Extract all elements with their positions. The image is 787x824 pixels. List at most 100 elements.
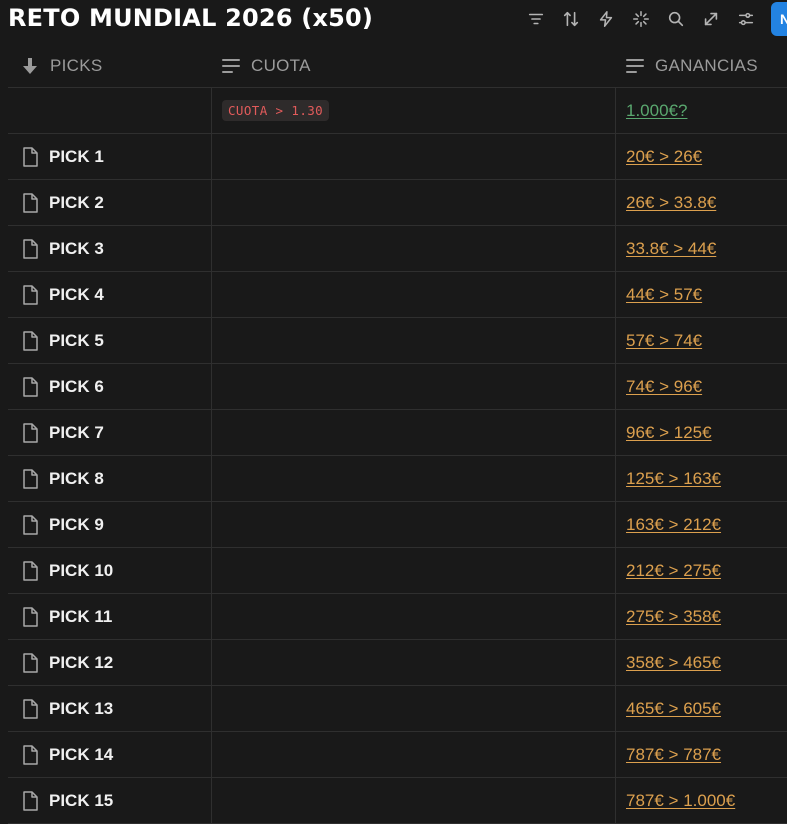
ganancias-link[interactable]: 787€ > 787€ [626, 745, 721, 765]
cuota-cell[interactable] [211, 640, 615, 685]
pick-name[interactable]: PICK 4 [49, 285, 104, 305]
table-row[interactable]: PICK 15 787€ > 1.000€ [8, 778, 787, 824]
pick-name[interactable]: PICK 6 [49, 377, 104, 397]
summary-ganancias-cell[interactable]: 1.000€? [615, 88, 787, 133]
ganancias-link[interactable]: 96€ > 125€ [626, 423, 712, 443]
pick-name[interactable]: PICK 15 [49, 791, 113, 811]
table-row[interactable]: PICK 6 74€ > 96€ [8, 364, 787, 410]
ganancias-link[interactable]: 33.8€ > 44€ [626, 239, 716, 259]
ganancias-cell[interactable]: 33.8€ > 44€ [615, 226, 787, 271]
pick-name[interactable]: PICK 8 [49, 469, 104, 489]
cuota-cell[interactable] [211, 410, 615, 455]
ganancias-cell[interactable]: 57€ > 74€ [615, 318, 787, 363]
pick-name-cell[interactable]: PICK 7 [8, 410, 211, 455]
cuota-cell[interactable] [211, 778, 615, 823]
table-row[interactable]: PICK 1 20€ > 26€ [8, 134, 787, 180]
ganancias-cell[interactable]: 96€ > 125€ [615, 410, 787, 455]
table-row[interactable]: PICK 3 33.8€ > 44€ [8, 226, 787, 272]
pick-name[interactable]: PICK 13 [49, 699, 113, 719]
ganancias-link[interactable]: 57€ > 74€ [626, 331, 702, 351]
ganancias-cell[interactable]: 74€ > 96€ [615, 364, 787, 409]
ganancias-cell[interactable]: 125€ > 163€ [615, 456, 787, 501]
table-row[interactable]: PICK 14 787€ > 787€ [8, 732, 787, 778]
lightning-icon[interactable] [592, 7, 620, 31]
table-row[interactable]: PICK 7 96€ > 125€ [8, 410, 787, 456]
cuota-cell[interactable] [211, 226, 615, 271]
pick-name[interactable]: PICK 12 [49, 653, 113, 673]
ganancias-cell[interactable]: 275€ > 358€ [615, 594, 787, 639]
pick-name-cell[interactable]: PICK 14 [8, 732, 211, 777]
cuota-cell[interactable] [211, 272, 615, 317]
pick-name[interactable]: PICK 3 [49, 239, 104, 259]
pick-name-cell[interactable]: PICK 13 [8, 686, 211, 731]
cuota-cell[interactable] [211, 594, 615, 639]
pick-name-cell[interactable]: PICK 15 [8, 778, 211, 823]
cuota-cell[interactable] [211, 318, 615, 363]
ganancias-link[interactable]: 358€ > 465€ [626, 653, 721, 673]
pick-name-cell[interactable]: PICK 12 [8, 640, 211, 685]
ganancias-cell[interactable]: 26€ > 33.8€ [615, 180, 787, 225]
pick-name-cell[interactable]: PICK 1 [8, 134, 211, 179]
pick-name[interactable]: PICK 2 [49, 193, 104, 213]
new-button[interactable]: N [771, 2, 787, 36]
cuota-cell[interactable] [211, 732, 615, 777]
table-row[interactable]: PICK 4 44€ > 57€ [8, 272, 787, 318]
search-icon[interactable] [662, 7, 690, 31]
sparkle-icon[interactable] [627, 7, 655, 31]
column-header-ganancias[interactable]: GANANCIAS [615, 44, 787, 87]
ganancias-cell[interactable]: 787€ > 787€ [615, 732, 787, 777]
ganancias-link[interactable]: 465€ > 605€ [626, 699, 721, 719]
pick-name[interactable]: PICK 5 [49, 331, 104, 351]
ganancias-link[interactable]: 275€ > 358€ [626, 607, 721, 627]
table-row[interactable]: PICK 13 465€ > 605€ [8, 686, 787, 732]
pick-name-cell[interactable]: PICK 6 [8, 364, 211, 409]
ganancias-cell[interactable]: 163€ > 212€ [615, 502, 787, 547]
ganancias-link[interactable]: 163€ > 212€ [626, 515, 721, 535]
table-row[interactable]: PICK 12 358€ > 465€ [8, 640, 787, 686]
column-header-cuota[interactable]: CUOTA [211, 44, 615, 87]
ganancias-link[interactable]: 125€ > 163€ [626, 469, 721, 489]
ganancias-link[interactable]: 212€ > 275€ [626, 561, 721, 581]
pick-name-cell[interactable]: PICK 4 [8, 272, 211, 317]
column-header-picks[interactable]: PICKS [8, 44, 211, 87]
ganancias-link[interactable]: 74€ > 96€ [626, 377, 702, 397]
cuota-cell[interactable] [211, 502, 615, 547]
cuota-cell[interactable] [211, 686, 615, 731]
ganancias-cell[interactable]: 20€ > 26€ [615, 134, 787, 179]
cuota-cell[interactable] [211, 364, 615, 409]
pick-name-cell[interactable]: PICK 8 [8, 456, 211, 501]
expand-icon[interactable] [697, 7, 725, 31]
target-link[interactable]: 1.000€? [626, 101, 687, 121]
summary-cuota-cell[interactable]: CUOTA > 1.30 [211, 88, 615, 133]
ganancias-cell[interactable]: 787€ > 1.000€ [615, 778, 787, 823]
filter-icon[interactable] [522, 7, 550, 31]
ganancias-link[interactable]: 787€ > 1.000€ [626, 791, 735, 811]
pick-name-cell[interactable]: PICK 2 [8, 180, 211, 225]
ganancias-link[interactable]: 26€ > 33.8€ [626, 193, 716, 213]
summary-name-cell[interactable] [8, 88, 211, 133]
table-row[interactable]: PICK 8 125€ > 163€ [8, 456, 787, 502]
table-row[interactable]: PICK 2 26€ > 33.8€ [8, 180, 787, 226]
pick-name[interactable]: PICK 11 [49, 607, 112, 627]
cuota-cell[interactable] [211, 180, 615, 225]
pick-name[interactable]: PICK 9 [49, 515, 104, 535]
pick-name-cell[interactable]: PICK 11 [8, 594, 211, 639]
pick-name-cell[interactable]: PICK 10 [8, 548, 211, 593]
table-row[interactable]: PICK 5 57€ > 74€ [8, 318, 787, 364]
ganancias-link[interactable]: 20€ > 26€ [626, 147, 702, 167]
pick-name[interactable]: PICK 14 [49, 745, 113, 765]
ganancias-cell[interactable]: 44€ > 57€ [615, 272, 787, 317]
table-row[interactable]: PICK 11 275€ > 358€ [8, 594, 787, 640]
table-row[interactable]: PICK 9 163€ > 212€ [8, 502, 787, 548]
ganancias-link[interactable]: 44€ > 57€ [626, 285, 702, 305]
settings-sliders-icon[interactable] [732, 7, 760, 31]
ganancias-cell[interactable]: 358€ > 465€ [615, 640, 787, 685]
cuota-cell[interactable] [211, 134, 615, 179]
pick-name[interactable]: PICK 1 [49, 147, 104, 167]
pick-name[interactable]: PICK 10 [49, 561, 113, 581]
table-row[interactable]: PICK 10 212€ > 275€ [8, 548, 787, 594]
pick-name-cell[interactable]: PICK 5 [8, 318, 211, 363]
ganancias-cell[interactable]: 465€ > 605€ [615, 686, 787, 731]
pick-name[interactable]: PICK 7 [49, 423, 104, 443]
ganancias-cell[interactable]: 212€ > 275€ [615, 548, 787, 593]
